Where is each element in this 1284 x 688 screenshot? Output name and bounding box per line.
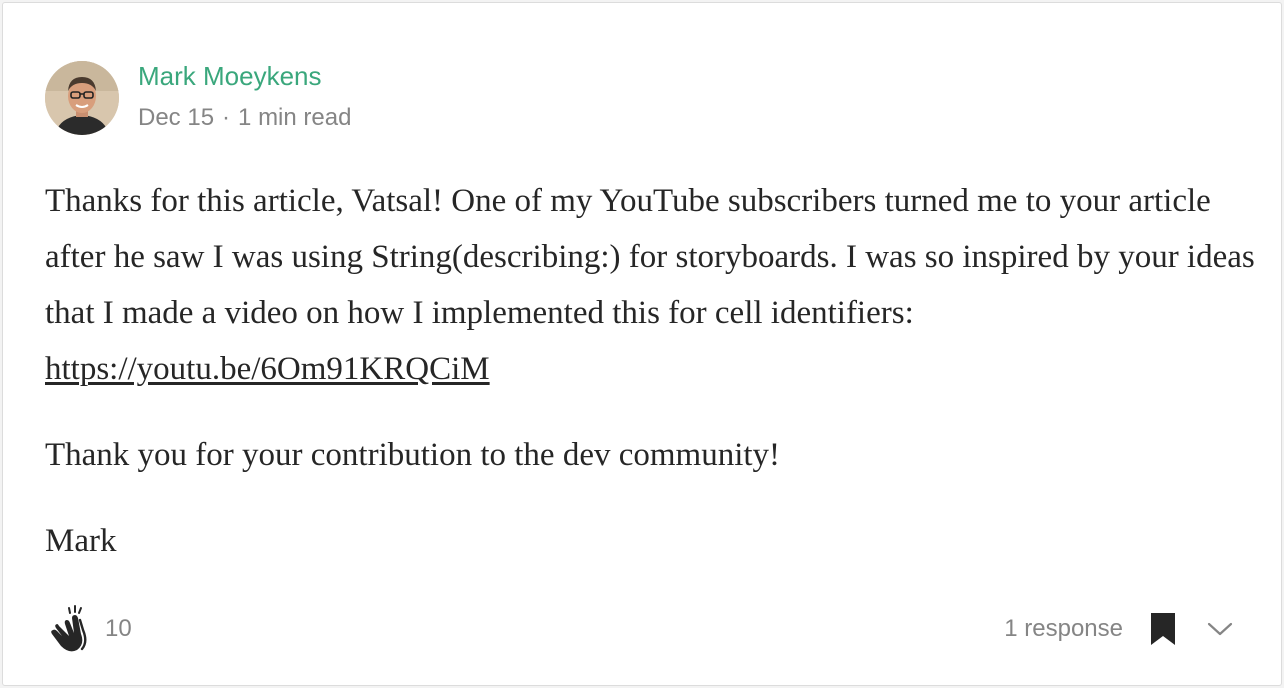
clap-count[interactable]: 10 (105, 615, 132, 643)
post-date-link[interactable]: Dec 15 (138, 104, 214, 131)
response-card: Mark Moeykens Dec 15 · 1 min read Thanks f… (2, 2, 1282, 686)
responses-link[interactable]: 1 response (1004, 615, 1123, 643)
response-actions: 1 response (1004, 601, 1233, 657)
chevron-down-icon (1207, 622, 1233, 636)
youtube-link[interactable]: https://youtu.be/6Om91KRQCiM (45, 351, 490, 387)
response-paragraph: Thank you for your contribution to the d… (45, 437, 781, 473)
response-body: Thanks for this article, Vatsal! One of … (45, 173, 1255, 569)
more-options-button[interactable] (1207, 621, 1233, 637)
signature: Mark (45, 523, 117, 559)
response-paragraph: Thanks for this article, Vatsal! One of … (45, 173, 1255, 397)
post-meta: Dec 15 · 1 min read (138, 102, 351, 134)
meta-separator: · (222, 104, 231, 131)
author-avatar-photo (45, 61, 119, 135)
clap-section: 10 (45, 601, 132, 657)
clap-hands-icon (51, 605, 87, 652)
clap-button[interactable] (45, 601, 99, 657)
paragraph-text: Thanks for this article, Vatsal! One of … (45, 183, 1255, 331)
author-name-link[interactable]: Mark Moeykens (138, 59, 322, 93)
bookmark-button[interactable] (1149, 611, 1177, 647)
author-avatar[interactable] (45, 61, 119, 135)
bookmark-icon (1151, 613, 1175, 645)
read-time: 1 min read (238, 104, 352, 131)
